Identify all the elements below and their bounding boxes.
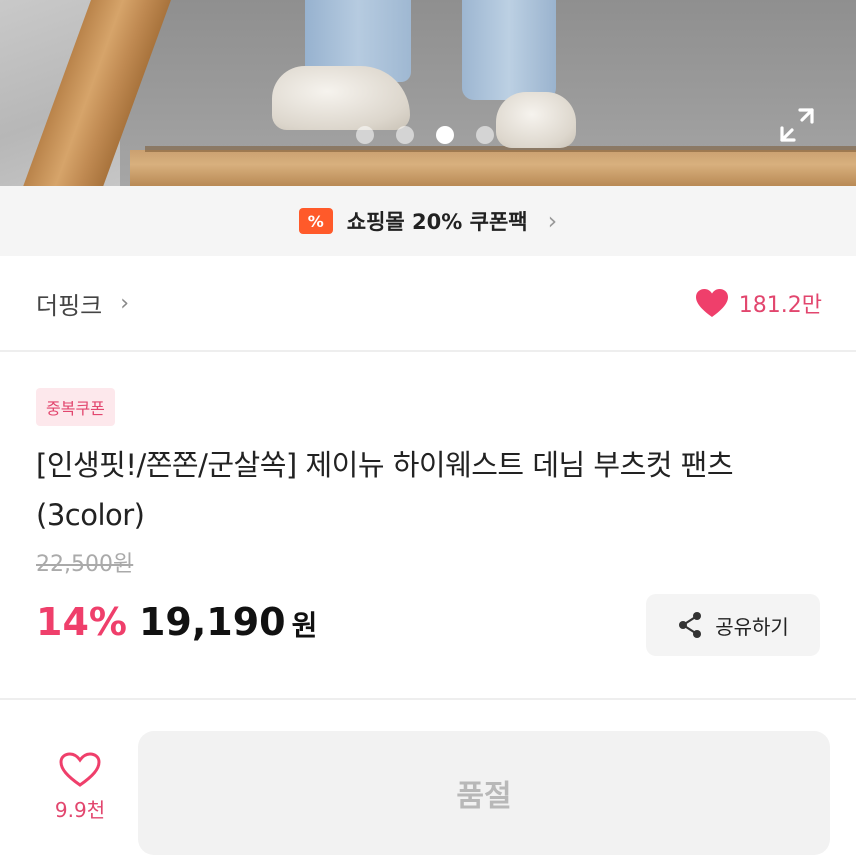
heart-filled-icon xyxy=(695,289,728,317)
fullscreen-button[interactable] xyxy=(774,102,820,148)
coupon-pack-banner[interactable]: % 쇼핑몰 20% 쿠폰팩 › xyxy=(0,186,856,256)
expand-icon xyxy=(780,108,814,142)
shop-link[interactable]: 더핑크 › xyxy=(36,286,129,321)
original-price: 22,500원 xyxy=(36,552,134,577)
coupon-icon: % xyxy=(298,208,333,234)
coupon-banner-text: 쇼핑몰 20% 쿠폰팩 xyxy=(346,210,528,234)
wishlist-count: 9.9천 xyxy=(54,798,106,822)
mirror-frame-edge xyxy=(145,146,856,152)
sale-price: 19,190 xyxy=(138,600,286,644)
chevron-right-icon: › xyxy=(120,290,130,316)
soldout-button[interactable]: 품절 xyxy=(138,731,830,855)
carousel-dot-active[interactable] xyxy=(436,126,454,144)
product-image-carousel[interactable] xyxy=(0,0,856,186)
carousel-dot[interactable] xyxy=(356,126,374,144)
discount-rate: 14% xyxy=(36,600,127,644)
soldout-label: 품절 xyxy=(456,779,512,814)
currency-unit: 원 xyxy=(291,609,318,642)
share-label: 공유하기 xyxy=(715,614,789,639)
jeans-right-leg xyxy=(462,0,556,100)
shop-like-button[interactable]: 181.2만 xyxy=(695,287,822,319)
price-row: 14% 19,190 원 xyxy=(36,600,317,644)
product-title: [인생핏!/쫀쫀/군살쏙] 제이뉴 하이웨스트 데님 부츠컷 팬츠 (3colo… xyxy=(36,448,734,532)
sneaker-left xyxy=(272,66,410,130)
shop-like-count: 181.2만 xyxy=(738,293,822,318)
share-button[interactable]: 공유하기 xyxy=(646,594,820,656)
sneaker-right xyxy=(496,92,576,148)
share-icon xyxy=(679,612,702,638)
chevron-right-icon: › xyxy=(547,207,558,235)
carousel-dot[interactable] xyxy=(476,126,494,144)
shop-name: 더핑크 xyxy=(36,291,103,320)
carousel-indicator xyxy=(356,126,494,144)
carousel-dot[interactable] xyxy=(396,126,414,144)
mirror-frame-bottom xyxy=(130,150,856,186)
section-divider xyxy=(0,698,856,700)
wishlist-button[interactable]: 9.9천 xyxy=(40,752,120,823)
heart-outline-icon xyxy=(59,752,101,787)
shop-row: 더핑크 › 181.2만 xyxy=(0,256,856,352)
duplicate-coupon-badge: 중복쿠폰 xyxy=(36,388,115,426)
